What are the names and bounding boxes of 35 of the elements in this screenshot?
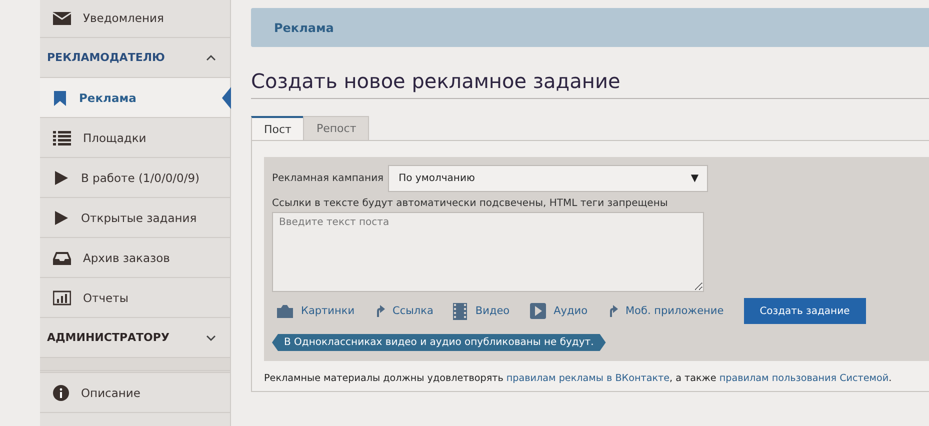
bookmark-icon (53, 90, 67, 106)
list-icon (53, 130, 71, 146)
campaign-select[interactable]: По умолчанию ▼ (388, 165, 708, 192)
breadcrumb-text: Реклама (274, 20, 334, 34)
play-icon (530, 303, 546, 319)
rules-text: Рекламные материалы должны удовлетворять правилам рекламы в ВКонтакте, а также правилам пользования Системой. (264, 373, 893, 384)
inbox-icon (53, 250, 71, 266)
active-pointer (222, 87, 231, 109)
envelope-icon (53, 10, 71, 26)
camera-icon (277, 304, 293, 318)
attach-link[interactable]: Видео (453, 302, 510, 320)
bar-chart-icon (53, 290, 71, 306)
hint-text: Ссылки в тексте будут автоматически подсвечены, HTML теги запрещены (272, 198, 669, 209)
page-title: Создать новое рекламное задание (251, 69, 929, 99)
tab[interactable]: Репост (303, 116, 370, 140)
chevron-icon[interactable] (206, 54, 216, 60)
attach-link[interactable]: Аудио (530, 303, 588, 319)
create-task-button[interactable]: Создать задание (744, 298, 866, 324)
link-icon (608, 305, 618, 317)
field-label: Рекламная кампания (272, 173, 384, 184)
link-icon (374, 305, 385, 317)
tab[interactable]: Пост (251, 116, 304, 140)
attach-link[interactable]: Ссылка (374, 305, 434, 317)
film-icon (453, 302, 468, 320)
chevron-icon[interactable] (206, 334, 216, 340)
attach-link[interactable]: Моб. приложение (608, 305, 724, 317)
rules-link[interactable]: правилам рекламы в ВКонтакте (506, 373, 670, 384)
sidebar-item[interactable]: Реклама (40, 78, 230, 118)
attach-link[interactable]: Картинки (277, 304, 355, 318)
notice-label: В Одноклассниках видео и аудио опубликованы не будут. (272, 334, 606, 351)
play-icon (53, 170, 69, 186)
play-icon (53, 210, 69, 226)
info-icon (53, 384, 69, 400)
rules-link[interactable]: правилам пользования Системой (719, 373, 889, 384)
post-text-field[interactable]: Введите текст поста (272, 212, 704, 292)
